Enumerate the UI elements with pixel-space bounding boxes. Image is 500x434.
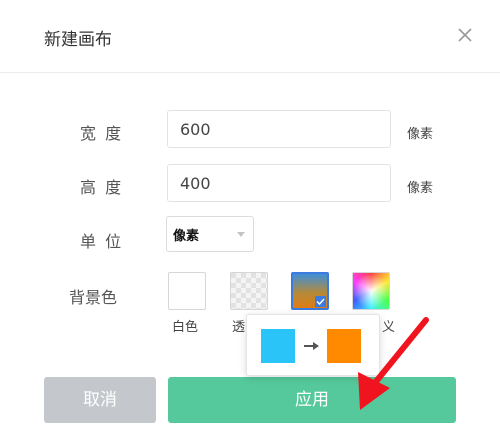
swatch-label-custom: 义: [382, 320, 396, 335]
width-label: 宽 度: [80, 124, 124, 143]
unit-select[interactable]: 像素: [166, 216, 254, 252]
chevron-down-icon: [237, 232, 245, 237]
new-canvas-dialog: 新建画布 宽 度 像素 高 度 像素 单 位 像素 背景色 白色 透 义: [0, 0, 500, 434]
dialog-header: 新建画布: [0, 0, 500, 73]
width-input[interactable]: [167, 110, 391, 148]
arrow-right-icon: [304, 342, 319, 350]
gradient-popover: [246, 314, 380, 376]
height-label: 高 度: [80, 178, 124, 197]
dialog-title: 新建画布: [44, 30, 112, 50]
unit-label: 单 位: [80, 232, 124, 251]
apply-button[interactable]: 应用: [168, 377, 456, 423]
background-label: 背景色: [69, 288, 118, 307]
swatch-label-transparent: 透: [232, 320, 246, 335]
gradient-start-color[interactable]: [261, 329, 295, 363]
height-input[interactable]: [167, 164, 391, 202]
width-unit: 像素: [407, 127, 434, 142]
height-unit: 像素: [407, 181, 434, 196]
cancel-button[interactable]: 取消: [44, 377, 156, 423]
check-icon: [315, 296, 326, 307]
background-white-swatch[interactable]: [168, 272, 206, 310]
swatch-label-white: 白色: [172, 320, 199, 335]
background-transparent-swatch[interactable]: [230, 272, 268, 310]
unit-select-value: 像素: [173, 229, 200, 244]
background-custom-swatch[interactable]: [352, 272, 390, 310]
gradient-end-color[interactable]: [327, 329, 361, 363]
background-gradient-swatch[interactable]: [291, 272, 329, 310]
close-icon[interactable]: [454, 24, 476, 46]
